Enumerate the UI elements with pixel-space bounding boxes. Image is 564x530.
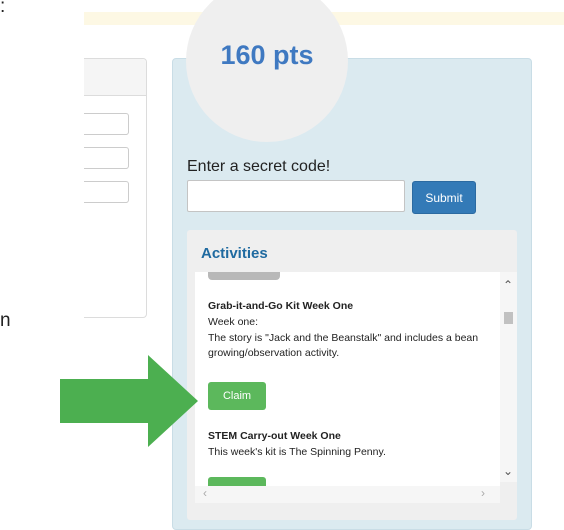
- scrollbar-thumb[interactable]: [504, 312, 513, 324]
- activity-1-desc-line1: Week one:: [208, 316, 259, 328]
- arrow-right-icon: [60, 355, 198, 447]
- claim-button-1[interactable]: Claim: [208, 382, 266, 410]
- activities-horizontal-scrollbar[interactable]: ‹ ›: [195, 486, 500, 503]
- left-panel-header: [84, 59, 146, 96]
- chevron-up-icon[interactable]: ⌃: [503, 278, 513, 292]
- activity-2-desc-line1: This week's kit is The Spinning Penny.: [208, 446, 386, 458]
- activity-1-title: Grab-it-and-Go Kit Week One: [208, 300, 354, 312]
- left-input-2[interactable]: [84, 147, 129, 169]
- edge-text-top: :: [0, 0, 6, 17]
- left-input-3[interactable]: [84, 181, 129, 203]
- chevron-right-icon[interactable]: ›: [481, 486, 485, 500]
- secret-code-input[interactable]: [187, 180, 405, 212]
- activities-title: Activities: [201, 245, 268, 262]
- edge-text-mid: n: [0, 310, 11, 331]
- activities-list[interactable]: Grab-it-and-Go Kit Week One Week one: Th…: [195, 272, 500, 497]
- claimed-button-partial[interactable]: [208, 272, 280, 280]
- secret-code-label: Enter a secret code!: [187, 158, 331, 175]
- activity-1-desc-line2: The story is "Jack and the Beanstalk" an…: [208, 332, 479, 359]
- left-input-1[interactable]: [84, 113, 129, 135]
- activity-2-title: STEM Carry-out Week One: [208, 430, 341, 442]
- points-value: 160 pts: [220, 40, 314, 70]
- chevron-left-icon[interactable]: ‹: [203, 486, 207, 500]
- submit-button[interactable]: Submit: [412, 181, 476, 214]
- chevron-down-icon[interactable]: ⌄: [503, 464, 513, 478]
- activities-vertical-scrollbar[interactable]: ⌃ ⌄: [500, 272, 517, 482]
- left-form-panel: [84, 58, 147, 318]
